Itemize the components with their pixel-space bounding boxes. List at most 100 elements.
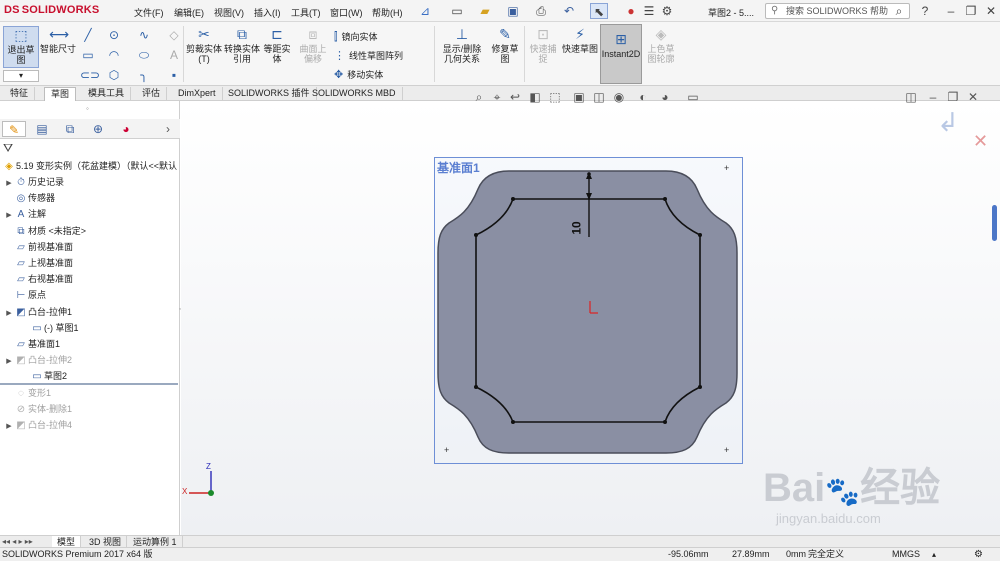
viewport-close-icon[interactable]: ✕ — [965, 89, 981, 105]
tree-item[interactable]: ▱ 基准面1 — [4, 337, 60, 351]
undo-icon[interactable]: ↶ — [560, 3, 578, 19]
dimension-value[interactable]: 10 — [570, 221, 584, 234]
configuration-manager-tab-icon[interactable]: ⧉ — [58, 121, 82, 137]
dynamic-annotation-icon[interactable]: ⬚ — [547, 89, 563, 105]
help-question-icon[interactable]: ? — [916, 3, 934, 19]
offset-on-surface-button[interactable]: ⧈ 曲面上偏移 — [296, 26, 330, 64]
tree-item[interactable]: ▭ 草图2 — [20, 369, 67, 383]
display-manager-tab-icon[interactable]: ◕ — [114, 121, 138, 137]
confirm-exit-sketch-icon[interactable]: ↲ — [937, 107, 959, 138]
panel-scroll-right-icon[interactable]: › — [156, 121, 180, 137]
tree-item[interactable]: ▱ 右视基准面 — [4, 272, 73, 286]
menu-view[interactable]: 视图(V) — [214, 6, 244, 19]
dimxpert-manager-tab-icon[interactable]: ⊕ — [86, 121, 110, 137]
minimize-icon[interactable]: – — [942, 3, 960, 19]
tree-item[interactable]: ▱ 前视基准面 — [4, 240, 73, 254]
tab-mold-tools[interactable]: 模具工具 — [82, 87, 132, 101]
new-document-icon[interactable]: ▭ — [448, 3, 466, 19]
ellipse-icon[interactable]: ⬭ — [136, 48, 152, 62]
unit-system[interactable]: MMGS — [892, 548, 920, 561]
tab-solidworks-addins[interactable]: SOLIDWORKS 插件 — [222, 87, 317, 101]
tab-features[interactable]: 特征 — [4, 87, 36, 101]
menu-help[interactable]: 帮助(H) — [372, 6, 403, 19]
customize-icon[interactable]: ⚙ — [974, 548, 983, 561]
tree-item[interactable]: ▶ ◩ 凸台-拉伸4 — [4, 418, 72, 432]
view-settings-icon[interactable]: ▭ — [685, 89, 701, 105]
tree-item[interactable]: ▶ ◩ 凸台-拉伸2 — [4, 353, 72, 367]
tab-sketch[interactable]: 草图 — [44, 87, 77, 101]
section-view-icon[interactable]: ◧ — [527, 89, 543, 105]
rollback-bar[interactable] — [0, 383, 178, 385]
offset-entities-button[interactable]: ⊏ 等距实体 — [260, 26, 294, 64]
search-icon[interactable]: ⌕ — [890, 3, 908, 19]
tree-item[interactable]: ⊢ 原点 — [4, 288, 46, 302]
tree-item[interactable]: ▱ 上视基准面 — [4, 256, 73, 270]
repair-sketch-button[interactable]: ✎ 修复草图 — [488, 26, 522, 64]
panel-grip-icon[interactable]: ◦ — [86, 104, 89, 113]
sketch-canvas[interactable] — [434, 157, 744, 465]
tree-item[interactable]: ◌ 变形1 — [4, 386, 51, 400]
tree-item[interactable]: ▶ A 注解 — [4, 207, 46, 221]
menu-insert[interactable]: 插入(I) — [254, 6, 281, 19]
filter-icon[interactable]: ⛛ — [3, 141, 13, 156]
viewport-side-handle[interactable] — [992, 205, 997, 241]
spline-icon[interactable]: ∿ — [136, 28, 152, 42]
line-icon[interactable]: ╱ — [80, 28, 96, 42]
close-icon[interactable]: ✕ — [982, 3, 1000, 19]
convert-entities-button[interactable]: ⧉ 转换实体引用 — [224, 26, 260, 64]
graphics-area[interactable]: ⌕ ⌖ ↩ ◧ ⬚ ▣ ◫ ◉ ◐ ◕ ▭ ◫ – ❐ ✕ ↲ ✕ 基准面1 +… — [181, 90, 1000, 535]
menu-tools[interactable]: 工具(T) — [291, 6, 321, 19]
arc-icon[interactable]: ◠ — [106, 48, 122, 62]
help-search-input[interactable]: ⚲ 搜索 SOLIDWORKS 帮助 — [765, 3, 910, 19]
tree-item[interactable]: ⊘ 实体-删除1 — [4, 402, 72, 416]
quick-snaps-button[interactable]: ⊡ 快速捕捉 — [526, 26, 560, 64]
zoom-area-icon[interactable]: ⌖ — [489, 89, 505, 105]
expand-arrow-icon[interactable]: ▶ — [4, 307, 14, 321]
hide-show-items-icon[interactable]: ◉ — [611, 89, 627, 105]
previous-view-icon[interactable]: ↩ — [507, 89, 523, 105]
exit-sketch-dropdown[interactable]: ▾ — [3, 70, 39, 82]
polygon-icon[interactable]: ⬡ — [106, 68, 122, 82]
expand-arrow-icon[interactable]: ▶ — [4, 355, 14, 369]
tab-solidworks-mbd[interactable]: SOLIDWORKS MBD — [306, 87, 403, 101]
tree-item[interactable]: ▶ ◩ 凸台-拉伸1 — [4, 305, 72, 319]
exit-sketch-button[interactable]: ⬚ 退出草图 — [3, 26, 39, 68]
viewport-minimize-icon[interactable]: – — [925, 89, 941, 105]
move-entities-button[interactable]: ✥ 移动实体 — [334, 68, 383, 81]
mirror-entities-button[interactable]: ⫿ 镜向实体 — [334, 30, 378, 44]
cancel-sketch-icon[interactable]: ✕ — [973, 131, 988, 152]
unit-dropdown-icon[interactable]: ▴ — [932, 548, 936, 561]
point-icon[interactable]: ▪ — [166, 68, 182, 82]
tree-item[interactable]: ▭ (-) 草图1 — [20, 321, 78, 335]
trim-entities-button[interactable]: ✂ 剪裁实体(T) — [186, 26, 222, 64]
select-cursor-icon[interactable]: ⬉ — [590, 3, 608, 19]
fillet-icon[interactable]: ╮ — [136, 68, 152, 82]
feature-manager-tab-icon[interactable]: ✎ — [2, 121, 26, 137]
shaded-sketch-contours-button[interactable]: ◈ 上色草图轮廓 — [644, 26, 678, 64]
save-icon[interactable]: ▣ — [504, 3, 522, 19]
display-style-icon[interactable]: ◫ — [591, 89, 607, 105]
expand-arrow-icon[interactable]: ▶ — [4, 209, 14, 223]
tree-item[interactable]: ⧉ 材质 <未指定> — [4, 224, 86, 238]
slot-icon[interactable]: ⊂⊃ — [80, 68, 100, 82]
view-orientation-icon[interactable]: ▣ — [571, 89, 587, 105]
property-manager-tab-icon[interactable]: ▤ — [30, 121, 54, 137]
menu-edit[interactable]: 编辑(E) — [174, 6, 204, 19]
pin-icon[interactable]: ⊿ — [416, 3, 434, 19]
viewport-tile-icon[interactable]: ◫ — [903, 89, 919, 105]
text-icon[interactable]: A — [166, 48, 182, 62]
viewport-restore-icon[interactable]: ❐ — [945, 89, 961, 105]
zoom-to-fit-icon[interactable]: ⌕ — [471, 89, 487, 105]
menu-file[interactable]: 文件(F) — [134, 6, 164, 19]
menu-window[interactable]: 窗口(W) — [330, 6, 363, 19]
edit-appearance-icon[interactable]: ◐ — [635, 89, 651, 105]
rectangle-icon[interactable]: ▭ — [80, 48, 96, 62]
solidworks-logo[interactable]: DS SOLIDWORKS — [4, 4, 99, 16]
instant2d-button[interactable]: ⊞ Instant2D — [600, 24, 642, 84]
print-icon[interactable]: ⎙ — [532, 3, 550, 19]
surface-icon[interactable]: ◇ — [166, 28, 182, 42]
rapid-sketch-button[interactable]: ⚡ 快速草图 — [562, 26, 598, 54]
display-delete-relations-button[interactable]: ⊥ 显示/删除几何关系 — [440, 26, 484, 64]
options-gear-icon[interactable]: ⚙ — [658, 3, 676, 19]
smart-dimension-button[interactable]: ⟷ 智能尺寸 — [40, 26, 76, 54]
